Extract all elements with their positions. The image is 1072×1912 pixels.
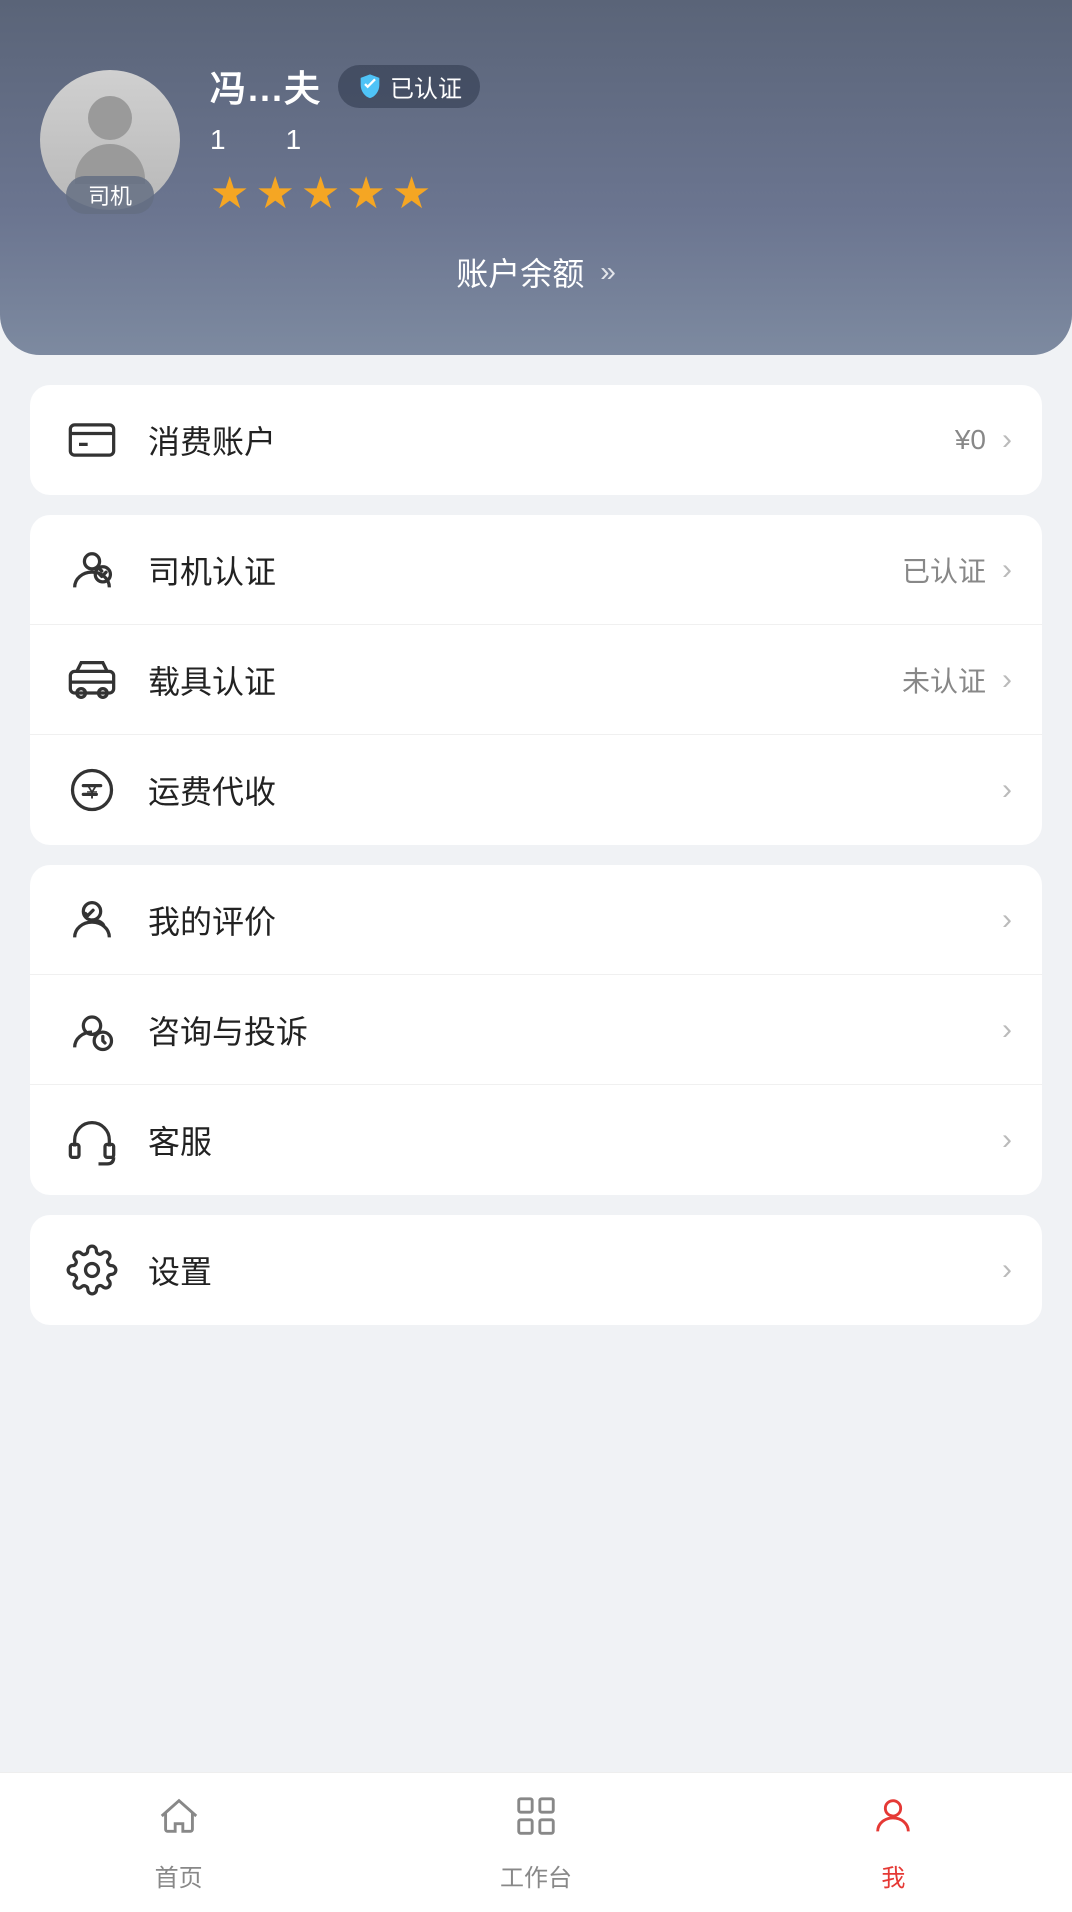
stats-row: 1 1 [210, 124, 480, 156]
avatar-person [75, 96, 145, 184]
star4: ★ [346, 168, 385, 219]
stat1: 1 [210, 124, 226, 156]
freight-collect-label: 运费代收 [148, 767, 986, 813]
star5: ★ [392, 168, 431, 219]
menu-item-consume-account[interactable]: 消费账户 ¥0 › [30, 385, 1042, 495]
profile-row: 司机 冯...夫 已认证 1 1 [40, 60, 1032, 219]
headset-icon [60, 1108, 124, 1172]
driver-cert-arrow: › [1002, 553, 1012, 587]
menu-section-4: 设置 › [30, 1215, 1042, 1325]
menu-item-vehicle-cert[interactable]: 载具认证 未认证 › [30, 625, 1042, 735]
customer-service-label: 客服 [148, 1117, 986, 1163]
menu-item-customer-service[interactable]: 客服 › [30, 1085, 1042, 1195]
star3: ★ [301, 168, 340, 219]
consult-complaint-arrow: › [1002, 1013, 1012, 1047]
menu-item-consult-complaint[interactable]: 咨询与投诉 › [30, 975, 1042, 1085]
balance-row[interactable]: 账户余额 » [40, 249, 1032, 295]
verified-text: 已认证 [390, 69, 462, 104]
vehicle-cert-value: 未认证 [902, 660, 986, 700]
freight-collect-icon: ¥ [60, 758, 124, 822]
balance-label: 账户余额 [456, 249, 584, 295]
settings-label: 设置 [148, 1247, 986, 1293]
avatar-container: 司机 [40, 70, 180, 210]
consult-complaint-label: 咨询与投诉 [148, 1007, 986, 1053]
star2: ★ [255, 168, 294, 219]
consult-icon [60, 998, 124, 1062]
stat2: 1 [286, 124, 302, 156]
nav-item-me[interactable]: 我 [715, 1773, 1072, 1912]
name-row: 冯...夫 已认证 [210, 60, 480, 112]
profile-header: 司机 冯...夫 已认证 1 1 [0, 0, 1072, 355]
avatar-head [88, 96, 132, 140]
svg-text:¥: ¥ [85, 779, 99, 804]
driver-cert-icon [60, 538, 124, 602]
person-icon [870, 1793, 916, 1850]
driver-label: 司机 [66, 176, 154, 214]
consume-account-value: ¥0 [955, 424, 986, 456]
menu-section-1: 消费账户 ¥0 › [30, 385, 1042, 495]
consume-account-arrow: › [1002, 423, 1012, 457]
settings-icon [60, 1238, 124, 1302]
my-reviews-arrow: › [1002, 903, 1012, 937]
star1: ★ [210, 168, 249, 219]
nav-item-home[interactable]: 首页 [0, 1773, 357, 1912]
freight-collect-arrow: › [1002, 773, 1012, 807]
profile-info: 冯...夫 已认证 1 1 ★ ★ ★ [210, 60, 480, 219]
grid-icon [513, 1793, 559, 1850]
home-icon [156, 1793, 202, 1850]
home-label: 首页 [155, 1858, 203, 1893]
settings-arrow: › [1002, 1253, 1012, 1287]
balance-chevron: » [600, 256, 616, 288]
driver-cert-value: 已认证 [902, 550, 986, 590]
menu-item-driver-cert[interactable]: 司机认证 已认证 › [30, 515, 1042, 625]
verified-badge: 已认证 [338, 65, 480, 108]
user-name: 冯...夫 [210, 60, 322, 112]
customer-service-arrow: › [1002, 1123, 1012, 1157]
vehicle-cert-icon [60, 648, 124, 712]
menu-section-3: 我的评价 › 咨询与投诉 › [30, 865, 1042, 1195]
menu-item-my-reviews[interactable]: 我的评价 › [30, 865, 1042, 975]
workspace-label: 工作台 [500, 1858, 572, 1893]
card-icon [60, 408, 124, 472]
vehicle-cert-arrow: › [1002, 663, 1012, 697]
consume-account-label: 消费账户 [148, 417, 955, 463]
menu-item-settings[interactable]: 设置 › [30, 1215, 1042, 1325]
menu-content: 消费账户 ¥0 › 司机认证 已认证 › [0, 355, 1072, 1535]
stars-row: ★ ★ ★ ★ ★ [210, 168, 480, 219]
menu-item-freight-collect[interactable]: ¥ 运费代收 › [30, 735, 1042, 845]
nav-item-workspace[interactable]: 工作台 [357, 1773, 714, 1912]
shield-icon [356, 72, 384, 100]
me-label: 我 [881, 1858, 905, 1893]
menu-section-2: 司机认证 已认证 › 载具认证 未认证 › ¥ [30, 515, 1042, 845]
review-icon [60, 888, 124, 952]
driver-cert-label: 司机认证 [148, 547, 902, 593]
vehicle-cert-label: 载具认证 [148, 657, 902, 703]
my-reviews-label: 我的评价 [148, 897, 986, 943]
bottom-nav: 首页 工作台 我 [0, 1772, 1072, 1912]
